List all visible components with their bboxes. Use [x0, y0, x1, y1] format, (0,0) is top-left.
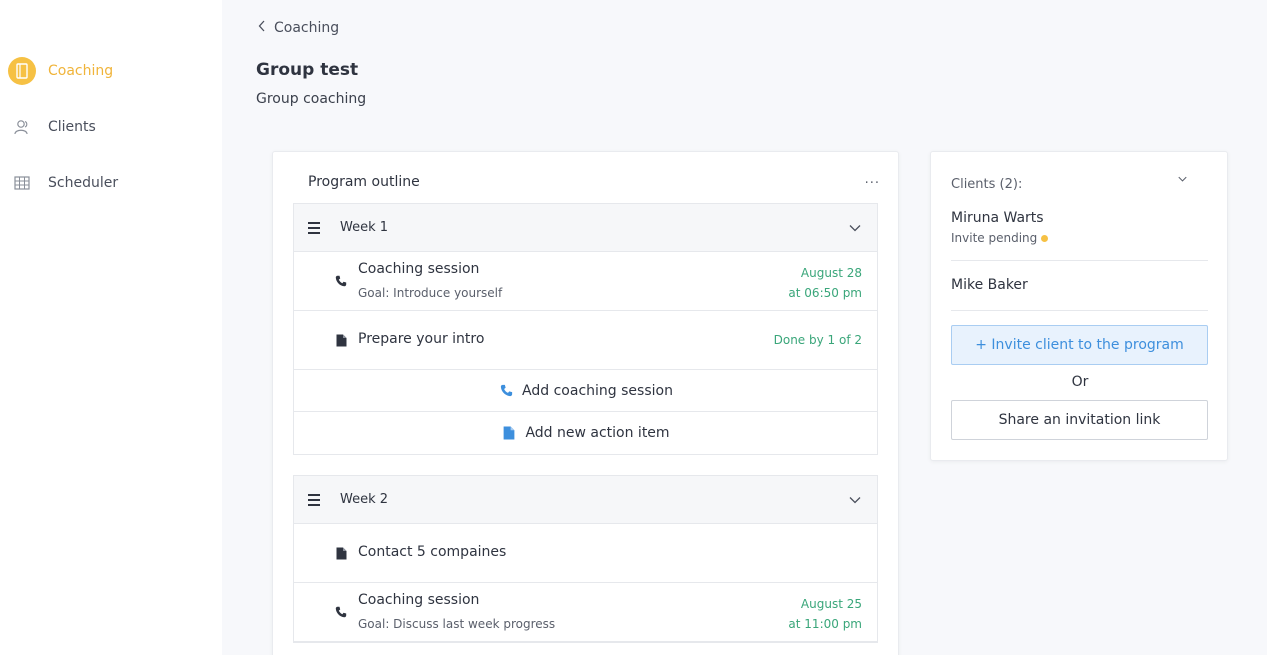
week-header[interactable]: Week 2	[294, 476, 877, 524]
session-time: at 06:50 pm	[788, 286, 862, 300]
session-datetime: August 25 at 11:00 pm	[788, 594, 862, 634]
list-item[interactable]: Coaching session Goal: Discuss last week…	[294, 583, 877, 642]
sidebar-item-scheduler[interactable]: Scheduler	[8, 169, 118, 197]
session-date: August 25	[800, 597, 862, 611]
week-title: Week 2	[340, 492, 389, 507]
document-icon	[334, 546, 348, 560]
chevron-down-icon[interactable]	[849, 493, 861, 507]
pending-status-dot	[1041, 234, 1049, 242]
add-action-item-label: Add new action item	[525, 425, 670, 441]
document-icon	[501, 425, 517, 441]
page-subtitle: Group coaching	[256, 91, 367, 107]
week-section: Week 2 Contact 5 compaines Coaching sess…	[293, 475, 878, 643]
client-status-label: Invite pending	[951, 231, 1038, 245]
notebook-icon	[8, 57, 36, 85]
or-separator: Or	[1071, 374, 1089, 390]
add-coaching-session-label: Add coaching session	[522, 382, 673, 399]
list-item[interactable]: Coaching session Goal: Introduce yoursel…	[294, 252, 877, 311]
action-item-title: Contact 5 compaines	[358, 544, 507, 560]
week-section: Week 1 Coaching session Goal: Introduce …	[293, 203, 878, 455]
session-title: Coaching session	[358, 592, 480, 608]
chevron-left-icon	[258, 20, 266, 36]
invite-client-button[interactable]: + Invite client to the program	[951, 325, 1208, 365]
session-goal: Goal: Discuss last week progress	[358, 617, 556, 631]
phone-icon	[334, 605, 348, 619]
calendar-grid-icon	[8, 169, 36, 197]
drag-handle-icon[interactable]	[308, 493, 324, 506]
chevron-down-icon[interactable]	[849, 221, 861, 235]
client-item[interactable]: Mike Baker	[951, 277, 1208, 311]
session-time: at 11:00 pm	[788, 617, 862, 631]
add-coaching-session-button[interactable]: Add coaching session	[294, 370, 877, 412]
sidebar-item-coaching[interactable]: Coaching	[8, 57, 113, 85]
action-item-title: Prepare your intro	[358, 331, 485, 347]
sidebar-item-label: Scheduler	[48, 175, 119, 191]
more-options-button[interactable]: ...	[865, 172, 880, 187]
session-date: August 28	[800, 266, 862, 280]
page-title: Group test	[256, 60, 359, 80]
sidebar-item-label: Clients	[48, 119, 96, 135]
main-content: Coaching Group test Group coaching Progr…	[222, 0, 1267, 655]
program-outline-card: Program outline ... Week 1 Coaching sess…	[272, 151, 899, 655]
drag-handle-icon[interactable]	[308, 221, 324, 234]
clients-card: Clients (2): Miruna Warts Invite pending…	[930, 151, 1228, 461]
back-link[interactable]: Coaching	[258, 18, 339, 38]
client-item[interactable]: Miruna Warts Invite pending	[951, 210, 1208, 261]
sidebar-item-label: Coaching	[48, 63, 114, 79]
session-title: Coaching session	[358, 261, 480, 277]
back-link-label: Coaching	[274, 20, 340, 36]
action-item-status: Done by 1 of 2	[773, 333, 862, 347]
program-outline-title: Program outline	[308, 174, 420, 190]
chevron-down-icon[interactable]	[1178, 172, 1187, 185]
sidebar-item-clients[interactable]: Clients	[8, 113, 96, 141]
session-goal: Goal: Introduce yourself	[358, 286, 503, 300]
week-title: Week 1	[340, 220, 389, 235]
sidebar: Coaching Clients Scheduler	[0, 0, 222, 655]
client-status: Invite pending	[951, 231, 1208, 245]
session-datetime: August 28 at 06:50 pm	[788, 263, 862, 303]
client-name: Mike Baker	[951, 277, 1028, 293]
list-item[interactable]: Contact 5 compaines	[294, 524, 877, 583]
clients-count: Clients (2):	[951, 177, 1023, 192]
document-icon	[334, 333, 348, 347]
users-icon	[8, 113, 36, 141]
week-header[interactable]: Week 1	[294, 204, 877, 252]
phone-icon	[334, 274, 348, 288]
phone-icon	[498, 383, 514, 399]
list-item[interactable]: Prepare your intro Done by 1 of 2	[294, 311, 877, 370]
client-name: Miruna Warts	[951, 210, 1044, 226]
add-action-item-button[interactable]: Add new action item	[294, 412, 877, 454]
share-invitation-link-button[interactable]: Share an invitation link	[951, 400, 1208, 440]
